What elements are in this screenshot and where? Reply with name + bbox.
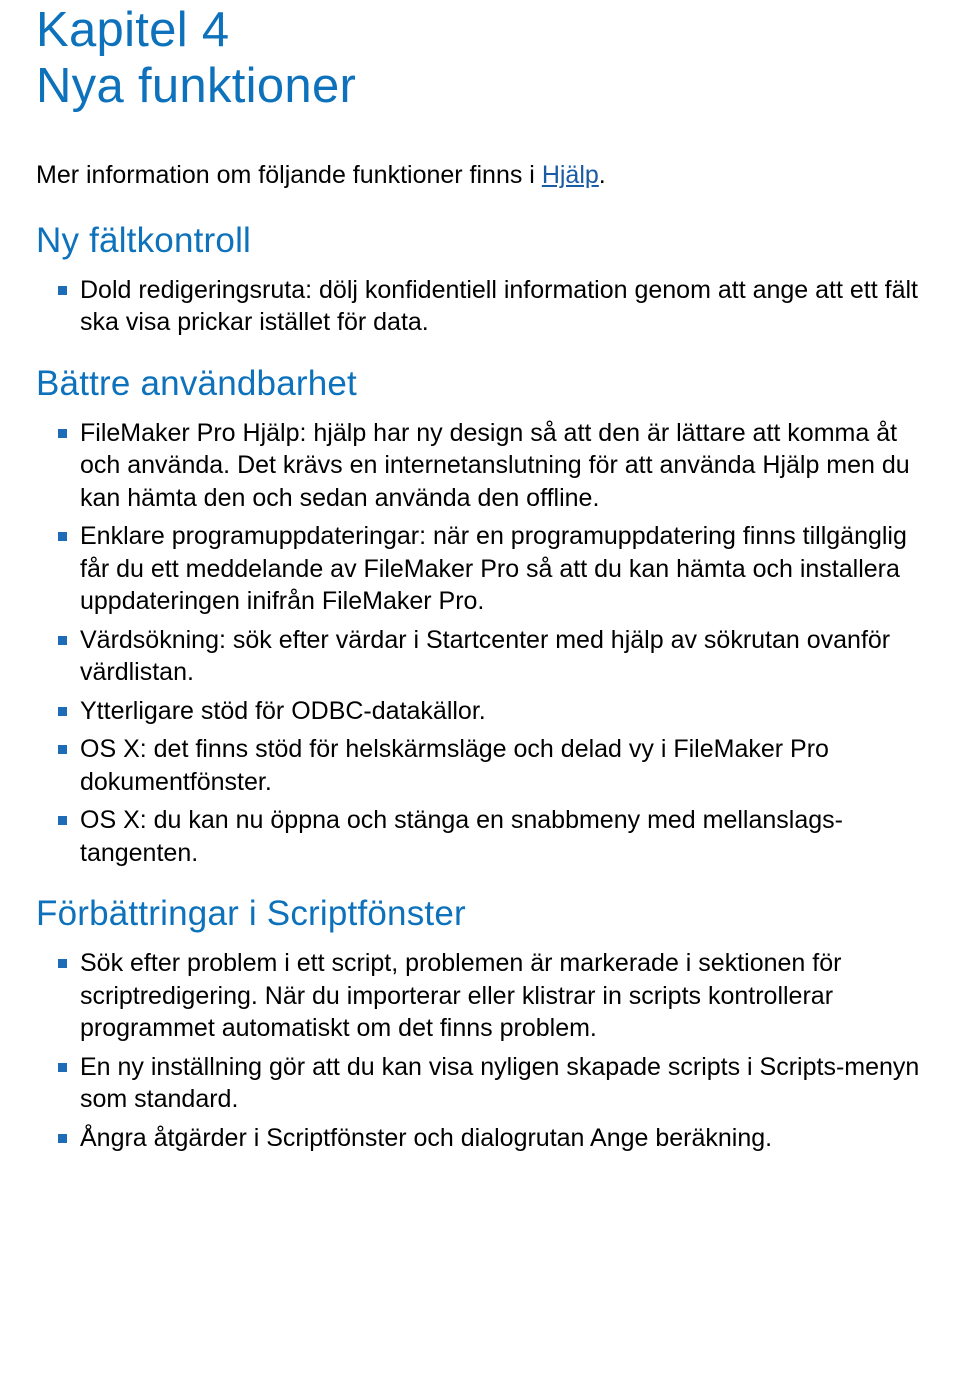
help-link-text: Hjälp: [542, 161, 599, 189]
section-heading-faltkontroll: Ny fältkontroll: [36, 220, 924, 262]
list-item: En ny inställning gör att du kan visa ny…: [58, 1051, 924, 1116]
chapter-heading: Kapitel 4 Nya funktioner: [36, 0, 924, 115]
list-item-text: OS X: du kan nu öppna och stänga en snab…: [80, 806, 843, 867]
list-item: FileMaker Pro Hjälp: hjälp har ny design…: [58, 417, 924, 515]
list-item: OS X: det finns stöd för helskärmsläge o…: [58, 733, 924, 798]
section-heading-anvandbarhet: Bättre användbarhet: [36, 363, 924, 405]
list-item: Sök efter problem i ett script, probleme…: [58, 947, 924, 1045]
list-item-text: Ytterligare stöd för ODBC-datakällor.: [80, 697, 486, 725]
list-item-text: OS X: det finns stöd för helskärmsläge o…: [80, 735, 829, 796]
list-item-text: En ny inställning gör att du kan visa ny…: [80, 1053, 919, 1114]
intro-text-suffix: .: [599, 161, 606, 189]
list-item: Värdsökning: sök efter värdar i Startcen…: [58, 624, 924, 689]
list-item-text: Dold redigeringsruta: dölj konfidentiell…: [80, 276, 918, 337]
faltkontroll-list: Dold redigeringsruta: dölj konfidentiell…: [36, 274, 924, 339]
chapter-number: Kapitel 4: [36, 3, 229, 57]
scriptfonster-list: Sök efter problem i ett script, probleme…: [36, 947, 924, 1154]
list-item: OS X: du kan nu öppna och stänga en snab…: [58, 804, 924, 869]
intro-paragraph: Mer information om följande funktioner f…: [36, 159, 924, 192]
list-item-text: Värdsökning: sök efter värdar i Startcen…: [80, 626, 890, 687]
list-item-text: Sök efter problem i ett script, probleme…: [80, 949, 841, 1042]
list-item: Dold redigeringsruta: dölj konfidentiell…: [58, 274, 924, 339]
anvandbarhet-list: FileMaker Pro Hjälp: hjälp har ny design…: [36, 417, 924, 870]
help-link[interactable]: Hjälp: [542, 161, 599, 189]
list-item-text: Ångra åtgärder i Scriptfönster och dialo…: [80, 1124, 772, 1152]
intro-text-prefix: Mer information om följande funktioner f…: [36, 161, 542, 189]
document-page: Kapitel 4 Nya funktioner Mer information…: [0, 0, 960, 1186]
list-item-text: Enklare programuppdateringar: när en pro…: [80, 522, 907, 615]
list-item: Enklare programuppdateringar: när en pro…: [58, 520, 924, 618]
list-item: Ångra åtgärder i Scriptfönster och dialo…: [58, 1122, 924, 1155]
list-item-text: FileMaker Pro Hjälp: hjälp har ny design…: [80, 419, 910, 512]
chapter-title: Nya funktioner: [36, 59, 356, 113]
list-item: Ytterligare stöd för ODBC-datakällor.: [58, 695, 924, 728]
section-heading-scriptfonster: Förbättringar i Scriptfönster: [36, 893, 924, 935]
